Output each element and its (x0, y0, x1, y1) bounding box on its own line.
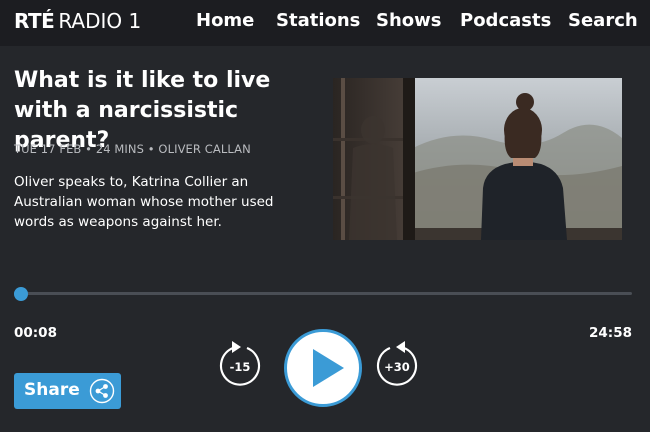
nav-podcasts[interactable]: Podcasts (460, 10, 551, 34)
logo-rte: RTÉ (14, 9, 55, 33)
share-label: Share (24, 380, 80, 400)
share-icon (89, 378, 115, 404)
rte-radio1-logo[interactable]: RTÉ RADIO 1 (14, 9, 141, 33)
current-time: 00:08 (14, 325, 57, 341)
nav-home[interactable]: Home (196, 10, 254, 34)
play-button[interactable] (284, 329, 362, 407)
episode-meta: TUE 17 FEB • 24 MINS • OLIVER CALLAN (14, 142, 251, 156)
nav-shows[interactable]: Shows (376, 10, 442, 34)
logo-radio: RADIO 1 (58, 9, 142, 33)
skip-back-button[interactable]: -15 (219, 341, 261, 388)
play-icon (313, 349, 344, 387)
woman-at-window-image (333, 78, 622, 240)
nav-stations[interactable]: Stations (276, 10, 360, 34)
nav-search[interactable]: Search (568, 10, 638, 34)
skip-forward-button[interactable]: +30 (376, 341, 418, 388)
progress-scrubber-handle[interactable] (14, 287, 29, 301)
skip-forward-label: +30 (384, 360, 410, 374)
top-nav-bar: RTÉ RADIO 1 Home Stations Shows Podcasts… (0, 0, 650, 46)
episode-image (333, 78, 622, 240)
progress-track[interactable] (14, 292, 632, 295)
duration: 24:58 (589, 325, 632, 341)
share-button[interactable]: Share (14, 373, 121, 409)
episode-description: Oliver speaks to, Katrina Collier an Aus… (14, 174, 274, 230)
skip-back-label: -15 (229, 360, 251, 374)
